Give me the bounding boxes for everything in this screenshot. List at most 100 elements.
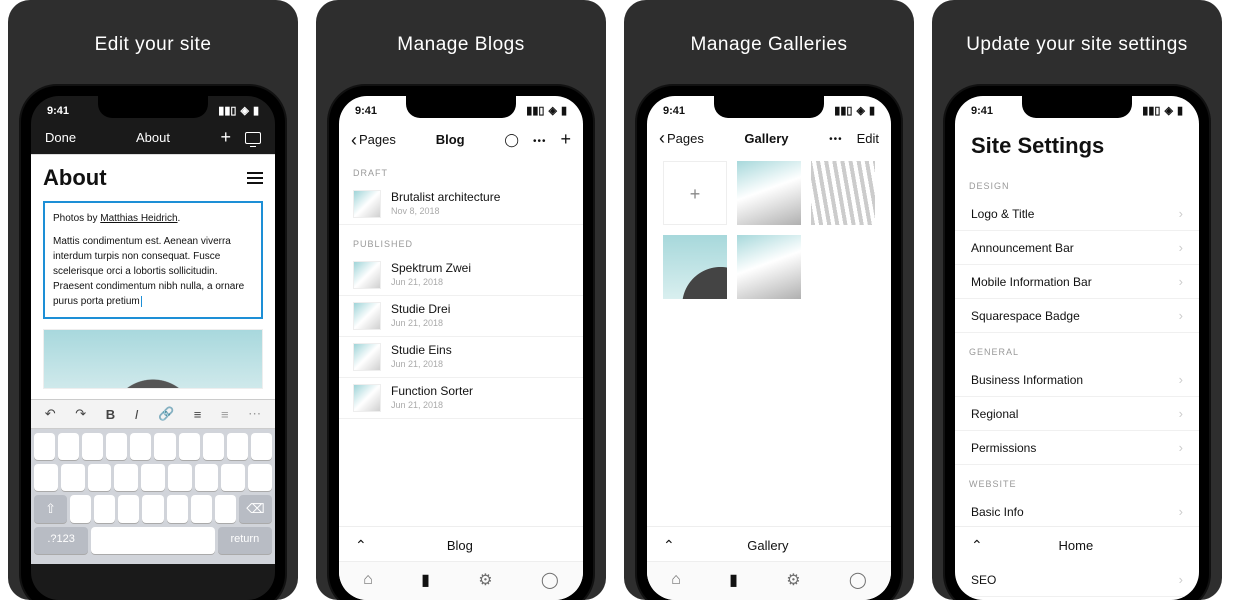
image-block[interactable]	[43, 329, 263, 389]
settings-tab-icon[interactable]: ⚙	[478, 570, 492, 590]
key-k[interactable]: k	[221, 464, 245, 491]
phone-frame: 9:41 ▮▮▯ ◈ ▮ Pages Gallery Edit	[637, 86, 901, 600]
blog-post-item[interactable]: Studie EinsJun 21, 2018	[339, 337, 583, 378]
key-w[interactable]: w	[58, 433, 79, 460]
key-b[interactable]: b	[167, 495, 188, 523]
account-tab-icon[interactable]: ◯	[849, 570, 867, 590]
card-caption: Manage Blogs	[316, 0, 606, 74]
backspace-key[interactable]: ⌫	[239, 495, 272, 523]
post-thumbnail	[353, 302, 381, 330]
notch	[1022, 96, 1132, 118]
key-p[interactable]: p	[251, 433, 272, 460]
key-e[interactable]: e	[82, 433, 103, 460]
pages-tab-icon[interactable]: ▮	[421, 570, 430, 590]
key-g[interactable]: g	[141, 464, 165, 491]
key-n[interactable]: n	[191, 495, 212, 523]
settings-row[interactable]: Permissions›	[955, 431, 1199, 465]
wifi-icon: ◈	[548, 104, 556, 117]
add-image-button[interactable]	[663, 161, 727, 225]
back-button[interactable]: Pages	[659, 129, 704, 147]
blog-post-item[interactable]: Studie DreiJun 21, 2018	[339, 296, 583, 337]
post-date: Jun 21, 2018	[391, 277, 471, 287]
key-a[interactable]: a	[34, 464, 58, 491]
chevron-up-icon	[663, 537, 675, 554]
add-post-button[interactable]	[560, 129, 571, 150]
gallery-image[interactable]	[663, 235, 727, 299]
settings-row[interactable]: Logo & Title›	[955, 197, 1199, 231]
space-key[interactable]: space	[91, 527, 214, 554]
key-s[interactable]: s	[61, 464, 85, 491]
align-center-icon[interactable]: ≡	[221, 407, 229, 422]
key-x[interactable]: x	[94, 495, 115, 523]
more-icon[interactable]: ⋯	[248, 406, 261, 422]
key-o[interactable]: o	[227, 433, 248, 460]
settings-row[interactable]: SEO›	[955, 563, 1199, 597]
done-button[interactable]: Done	[45, 130, 76, 145]
key-d[interactable]: d	[88, 464, 112, 491]
preview-icon[interactable]	[245, 132, 261, 144]
collection-selector[interactable]: Blog	[339, 526, 583, 564]
key-q[interactable]: q	[34, 433, 55, 460]
blog-post-item[interactable]: Function SorterJun 21, 2018	[339, 378, 583, 419]
post-thumbnail	[353, 343, 381, 371]
home-tab-icon[interactable]: ⌂	[363, 571, 373, 589]
hamburger-icon[interactable]	[247, 172, 263, 184]
settings-row[interactable]: Squarespace Badge›	[955, 299, 1199, 333]
key-v[interactable]: v	[142, 495, 163, 523]
key-u[interactable]: u	[179, 433, 200, 460]
section-design-label: DESIGN	[955, 167, 1199, 197]
key-r[interactable]: r	[106, 433, 127, 460]
gallery-image[interactable]	[811, 161, 875, 225]
home-tab-icon[interactable]: ⌂	[671, 571, 681, 589]
status-time: 9:41	[971, 105, 993, 117]
battery-icon: ▮	[1177, 104, 1183, 117]
body-text: Mattis condimentum est. Aenean viverra i…	[53, 236, 244, 307]
settings-row[interactable]: Mobile Information Bar›	[955, 265, 1199, 299]
link-icon[interactable]: 🔗	[158, 406, 174, 422]
key-z[interactable]: z	[70, 495, 91, 523]
blog-post-item[interactable]: Spektrum ZweiJun 21, 2018	[339, 255, 583, 296]
collection-selector[interactable]: Home	[955, 526, 1199, 564]
back-button[interactable]: Pages	[351, 131, 396, 149]
return-key[interactable]: return	[218, 527, 272, 554]
account-tab-icon[interactable]: ◯	[541, 570, 559, 590]
key-f[interactable]: f	[114, 464, 138, 491]
settings-tab-icon[interactable]: ⚙	[786, 570, 800, 590]
redo-icon[interactable]: ↷	[75, 406, 86, 422]
post-date: Nov 8, 2018	[391, 206, 500, 216]
blog-draft-item[interactable]: Brutalist architecture Nov 8, 2018	[339, 184, 583, 225]
key-i[interactable]: i	[203, 433, 224, 460]
add-button[interactable]	[220, 127, 231, 148]
text-block[interactable]: Photos by Matthias Heidrich. Mattis cond…	[43, 201, 263, 319]
status-time: 9:41	[355, 105, 377, 117]
key-h[interactable]: h	[168, 464, 192, 491]
gallery-image[interactable]	[737, 161, 801, 225]
key-y[interactable]: y	[154, 433, 175, 460]
gallery-image[interactable]	[737, 235, 801, 299]
italic-button[interactable]: I	[135, 407, 139, 422]
settings-row[interactable]: Regional›	[955, 397, 1199, 431]
edit-button[interactable]: Edit	[857, 131, 879, 146]
key-t[interactable]: t	[130, 433, 151, 460]
credit-link[interactable]: Matthias Heidrich	[100, 213, 177, 224]
collection-selector[interactable]: Gallery	[647, 526, 891, 564]
key-c[interactable]: c	[118, 495, 139, 523]
more-icon[interactable]	[829, 129, 843, 147]
key-j[interactable]: j	[195, 464, 219, 491]
bold-button[interactable]: B	[106, 407, 115, 422]
settings-row[interactable]: Announcement Bar›	[955, 231, 1199, 265]
settings-row[interactable]: Basic Info›	[955, 495, 1199, 529]
align-left-icon[interactable]: ≡	[194, 407, 202, 422]
pages-tab-icon[interactable]: ▮	[729, 570, 738, 590]
page-heading[interactable]: About	[43, 165, 107, 191]
settings-row[interactable]: Business Information›	[955, 363, 1199, 397]
comments-icon[interactable]	[504, 131, 519, 149]
section-general-label: GENERAL	[955, 333, 1199, 363]
more-icon[interactable]	[533, 131, 547, 149]
key-l[interactable]: l	[248, 464, 272, 491]
undo-icon[interactable]: ↶	[45, 406, 56, 422]
shift-key[interactable]: ⇧	[34, 495, 67, 523]
key-m[interactable]: m	[215, 495, 236, 523]
numeric-key[interactable]: .?123	[34, 527, 88, 554]
card-caption: Manage Galleries	[624, 0, 914, 74]
